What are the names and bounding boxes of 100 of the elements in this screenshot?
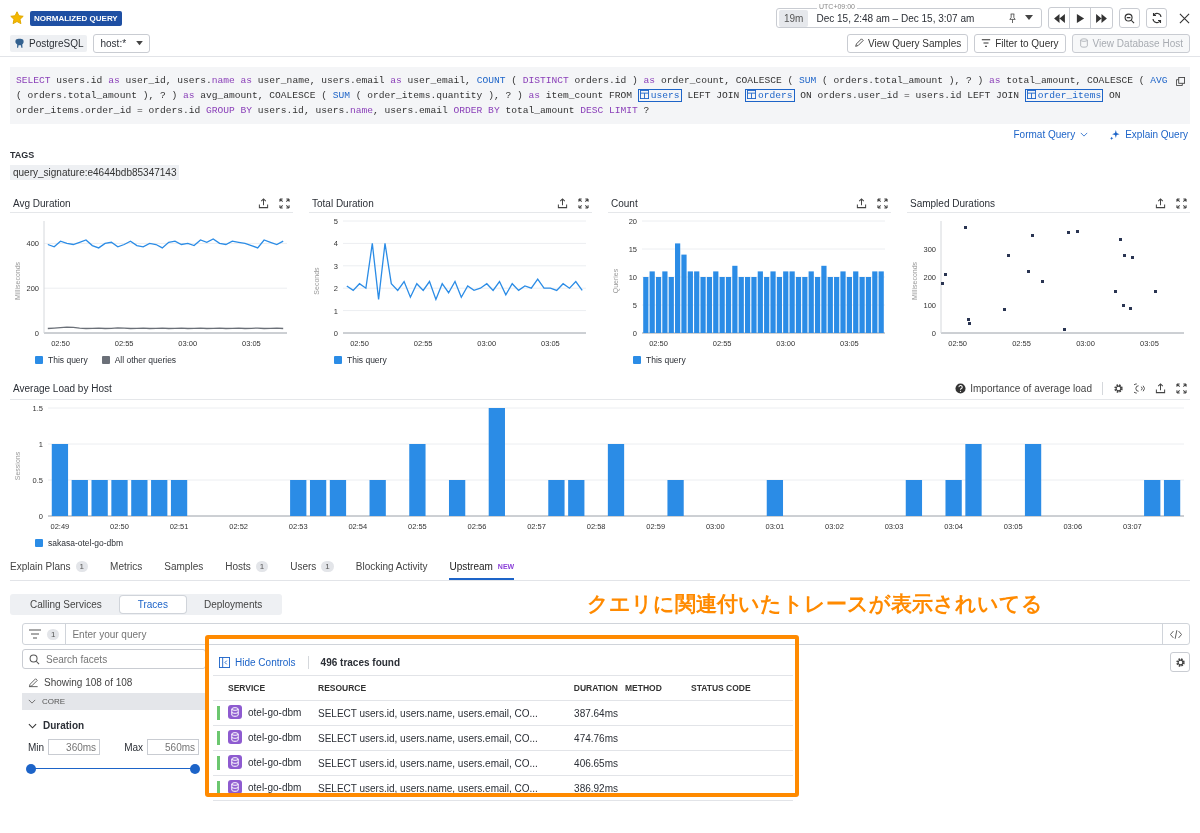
settings-icon: [1174, 656, 1186, 668]
settings-button[interactable]: [1170, 652, 1190, 672]
database-icon: [228, 780, 242, 794]
pencil-icon[interactable]: [28, 677, 39, 688]
caret-icon: [136, 40, 144, 46]
zoom-out-button[interactable]: [1119, 8, 1140, 28]
hide-controls-button[interactable]: Hide Controls: [219, 656, 296, 668]
database-icon: [228, 705, 242, 719]
expand-icon[interactable]: [877, 197, 888, 209]
segment-tab[interactable]: Calling Services: [12, 595, 120, 613]
help-link[interactable]: Importance of average load: [955, 382, 1092, 394]
legend-swatch: [101, 356, 110, 364]
bar: [1144, 480, 1161, 516]
table-cell: 387.64ms: [559, 700, 624, 726]
trace-row[interactable]: otel-go-dbm SELECT users.id, users.name, users.email, CO... 387.64ms: [213, 700, 793, 726]
format-query-button[interactable]: Format Query: [1013, 129, 1089, 140]
pin-icon[interactable]: [1008, 12, 1017, 24]
query-input[interactable]: Enter your query: [66, 627, 1162, 641]
data-point: [1119, 238, 1122, 241]
chart-title: Total Duration: [312, 197, 374, 209]
table-link[interactable]: order_items: [1024, 89, 1104, 102]
facet-header[interactable]: Duration: [22, 710, 206, 737]
export-icon[interactable]: [557, 197, 568, 209]
max-field[interactable]: 560ms: [147, 739, 200, 755]
export-icon[interactable]: [1155, 382, 1166, 394]
bar: [329, 480, 347, 516]
expand-icon[interactable]: [279, 197, 290, 209]
close-icon[interactable]: [1179, 12, 1190, 24]
trace-row[interactable]: otel-go-dbm SELECT users.id, users.name, users.email, CO... 474.76ms: [213, 725, 793, 751]
legend-swatch: [334, 356, 342, 364]
range-slider[interactable]: [26, 763, 200, 775]
action-button[interactable]: Filter to Query: [974, 33, 1066, 53]
rewind-icon: [1053, 13, 1065, 23]
legend-label[interactable]: This query: [48, 355, 88, 365]
table-link[interactable]: orders: [744, 89, 795, 102]
data-point: [941, 282, 944, 285]
play-icon: [1075, 13, 1085, 23]
column-header[interactable]: RESOURCE: [317, 675, 559, 701]
action-button[interactable]: View Query Samples: [847, 33, 969, 53]
table-link[interactable]: users: [637, 89, 682, 102]
chevron-icon: [28, 722, 37, 729]
table-cell: 406.65ms: [559, 750, 624, 776]
refresh-button[interactable]: [1146, 8, 1167, 28]
star-icon[interactable]: [10, 11, 24, 25]
tab[interactable]: Metrics: [110, 556, 143, 580]
expand-icon[interactable]: [578, 197, 589, 209]
annotation-text: クエリに関連付いたトレースが表示されいてる: [587, 591, 1044, 617]
export-icon[interactable]: [1155, 197, 1166, 209]
min-field[interactable]: 360ms: [48, 739, 101, 755]
legend-label[interactable]: This query: [347, 355, 387, 365]
export-icon[interactable]: [258, 197, 269, 209]
tab[interactable]: Explain Plans 1: [10, 556, 89, 580]
explain-query-button[interactable]: Explain Query: [1110, 129, 1188, 140]
segment-tab[interactable]: Traces: [119, 595, 186, 613]
code-icon[interactable]: [1170, 629, 1182, 639]
host-dropdown[interactable]: host:*: [93, 33, 151, 53]
expand-icon[interactable]: [1176, 382, 1187, 394]
column-header[interactable]: SERVICE: [227, 675, 317, 701]
search-icon: [29, 654, 40, 665]
bar: [409, 444, 426, 516]
legend-label[interactable]: This query: [646, 355, 686, 365]
legend-swatch: [35, 539, 43, 547]
data-point: [964, 226, 967, 229]
bar: [309, 480, 327, 516]
copy-icon[interactable]: [1176, 77, 1185, 86]
table-cell: SELECT users.id, users.name, users.email, CO...: [317, 775, 559, 801]
expand-icon[interactable]: [1176, 197, 1187, 209]
table-cell: SELECT users.id, users.name, users.email, CO...: [317, 750, 559, 776]
data-point: [1114, 290, 1117, 293]
bar: [945, 480, 962, 516]
export-icon[interactable]: [856, 197, 867, 209]
result-count: 496 traces found: [320, 656, 401, 668]
section-header[interactable]: CORE: [22, 693, 206, 710]
tab[interactable]: Users 1: [290, 556, 334, 580]
database-icon: [228, 755, 242, 769]
trace-row[interactable]: otel-go-dbm SELECT users.id, users.name, users.email, CO... 386.92ms: [213, 775, 793, 801]
tag[interactable]: query_signature:e4644bdb85347143: [10, 165, 180, 180]
legend-label[interactable]: sakasa-otel-go-dbm: [48, 538, 124, 548]
tab[interactable]: Blocking Activity: [355, 556, 428, 580]
duration-chip: 19m: [779, 9, 809, 27]
facet-search-field[interactable]: Search facets: [22, 649, 206, 669]
tab[interactable]: Samples: [164, 556, 204, 580]
segment-tab[interactable]: Deployments: [185, 595, 281, 613]
table-cell: SELECT users.id, users.name, users.email, CO...: [317, 725, 559, 751]
column-header[interactable]: STATUS CODE: [690, 675, 793, 701]
settings-icon[interactable]: [1113, 382, 1124, 394]
database-icon: [228, 730, 242, 744]
data-point: [1027, 270, 1030, 273]
tab[interactable]: Hosts 1: [225, 556, 269, 580]
caret-icon[interactable]: [1025, 15, 1033, 21]
tags-heading: TAGS: [10, 150, 36, 160]
sql-query: SELECT users.id as user_id, users.name as user_name, users.email as user_email, COUNT ( DISTINCT orders.id ) as order_count, COALESCE ( SUM ( orders.total_amount ), ? ) as total_amount, COALESCE ( AVG ( orders.total_amount ), ? ) as avg_amount, COALESCE ( SUM ( order_items.quantity ), ? ) as item_count FROM users LEFT JOIN orders ON orders.user_id = users.id LEFT JOIN order_items ON order_items.order_id = orders.id GROUP BY users.id, users.name, users.email ORDER BY total_amount DESC LIMIT ?: [16, 74, 1169, 118]
query-field[interactable]: 1 Enter your query: [22, 623, 1190, 645]
trace-row[interactable]: otel-go-dbm SELECT users.id, users.name, users.email, CO... 406.65ms: [213, 750, 793, 776]
column-header[interactable]: METHOD: [624, 675, 690, 701]
column-header[interactable]: DURATION: [559, 675, 624, 701]
legend-swatch: [633, 356, 641, 364]
bar: [91, 480, 108, 516]
legend-label[interactable]: All other queries: [114, 355, 177, 365]
bar: [766, 480, 783, 516]
